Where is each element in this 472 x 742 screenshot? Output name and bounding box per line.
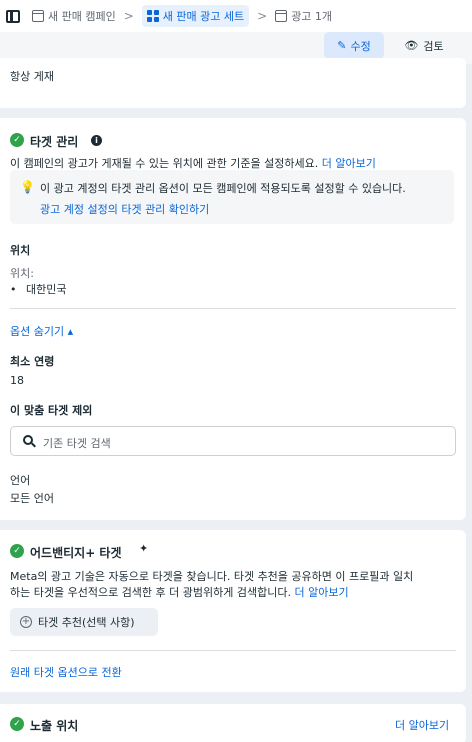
min-age-value: 18 (10, 374, 24, 387)
language-value: 모든 언어 (10, 492, 54, 505)
breadcrumb-ad[interactable]: 광고 1개 (275, 8, 332, 24)
placement-always-text: 항상 게재 (10, 70, 54, 83)
location-list-item: • 대한민국 (10, 281, 66, 297)
audience-suggestion-button[interactable]: + 타겟 추천(선택 사항) (10, 608, 158, 636)
switch-original-options-link[interactable]: 원래 타겟 옵션으로 전환 (10, 664, 122, 680)
divider (10, 308, 456, 309)
language-heading: 언어 (10, 474, 31, 487)
advantage-description-text: 하는 타겟을 우선적으로 검색한 후 더 광범위하게 검색합니다. (10, 586, 291, 599)
exposure-learn-more-link[interactable]: 더 알아보기 (395, 717, 449, 733)
exposure-title: 노출 위치 (30, 719, 79, 733)
breadcrumb-campaign-label: 새 판매 캠페인 (48, 10, 116, 23)
min-age-heading: 최소 연령 (10, 355, 55, 368)
advantage-title: 어드밴티지+ 타겟 (30, 546, 122, 560)
targeting-card: ✓ 타겟 관리 i 이 캠페인의 광고가 게재될 수 있는 위치에 관한 기준을… (0, 118, 466, 520)
advantage-plus-card: ✓ 어드밴티지+ 타겟 ✦ Meta의 광고 기술은 자동으로 타겟을 찾습니다… (0, 530, 466, 692)
breadcrumb: 새 판매 캠페인 > 새 판매 광고 세트 > 광고 1개 (0, 0, 472, 32)
breadcrumb-adset-label: 새 판매 광고 세트 (162, 10, 245, 23)
info-icon[interactable]: i (91, 135, 102, 146)
bullet-icon: • (10, 283, 17, 296)
breadcrumb-ad-label: 광고 1개 (291, 10, 333, 23)
advantage-learn-more-link[interactable]: 더 알아보기 (294, 586, 348, 599)
edit-button-label: 수정 (350, 39, 371, 53)
ad-icon (275, 10, 288, 22)
edit-button[interactable]: ✎ 수정 (324, 32, 384, 59)
review-button[interactable]: 👁 검토 (396, 32, 452, 59)
location-label: 위치: (10, 267, 34, 280)
location-heading: 위치 (10, 244, 31, 257)
search-placeholder: 기존 타겟 검색 (43, 437, 111, 450)
advantage-description-line2: 하는 타겟을 우선적으로 검색한 후 더 광범위하게 검색합니다. 더 알아보기 (10, 584, 349, 600)
notice-text: 이 광고 계정의 타겟 관리 옵션이 모든 캠페인에 적용되도록 설정할 수 있… (40, 182, 406, 195)
divider (10, 650, 456, 651)
targeting-description-text: 이 캠페인의 광고가 게재될 수 있는 위치에 관한 기준을 설정하세요. (10, 157, 319, 170)
targeting-notice: 💡 이 광고 계정의 타겟 관리 옵션이 모든 캠페인에 적용되도록 설정할 수… (10, 170, 454, 224)
audience-search-input[interactable]: 기존 타겟 검색 (10, 426, 456, 456)
eye-icon: 👁 (404, 39, 419, 52)
check-circle-icon: ✓ (10, 717, 24, 731)
lightbulb-icon: 💡 (20, 180, 35, 194)
breadcrumb-campaign[interactable]: 새 판매 캠페인 (32, 8, 116, 24)
targeting-title: 타겟 관리 (30, 135, 79, 149)
panel-toggle-icon[interactable] (6, 9, 20, 23)
hide-options-link[interactable]: 옵션 숨기기 ▴ (10, 323, 73, 339)
search-icon (23, 435, 33, 445)
check-circle-icon: ✓ (10, 133, 24, 147)
location-value: 대한민국 (26, 283, 67, 296)
pencil-icon: ✎ (337, 39, 347, 52)
notice-link[interactable]: 광고 계정 설정의 타겟 관리 확인하기 (40, 201, 209, 217)
audience-suggestion-label: 타겟 추천(선택 사항) (38, 616, 135, 629)
exclude-audience-heading: 이 맞춤 타겟 제외 (10, 404, 93, 417)
sparkle-icon: ✦ (139, 542, 149, 555)
advantage-description-line1: Meta의 광고 기술은 자동으로 타겟을 찾습니다. 타겟 추천을 공유하면 … (10, 570, 414, 583)
add-circle-icon: + (20, 616, 32, 628)
check-circle-icon: ✓ (10, 544, 24, 558)
breadcrumb-adset[interactable]: 새 판매 광고 세트 (141, 5, 250, 27)
placement-card: 항상 게재 (0, 58, 466, 108)
folder-icon (32, 10, 44, 22)
breadcrumb-separator: > (257, 9, 268, 23)
targeting-learn-more-link[interactable]: 더 알아보기 (322, 157, 376, 170)
breadcrumb-separator: > (123, 9, 134, 23)
review-button-label: 검토 (423, 39, 444, 53)
exposure-card: ✓ 노출 위치 더 알아보기 (0, 704, 466, 742)
adset-grid-icon (146, 10, 159, 22)
targeting-description: 이 캠페인의 광고가 게재될 수 있는 위치에 관한 기준을 설정하세요. 더 … (10, 155, 376, 171)
